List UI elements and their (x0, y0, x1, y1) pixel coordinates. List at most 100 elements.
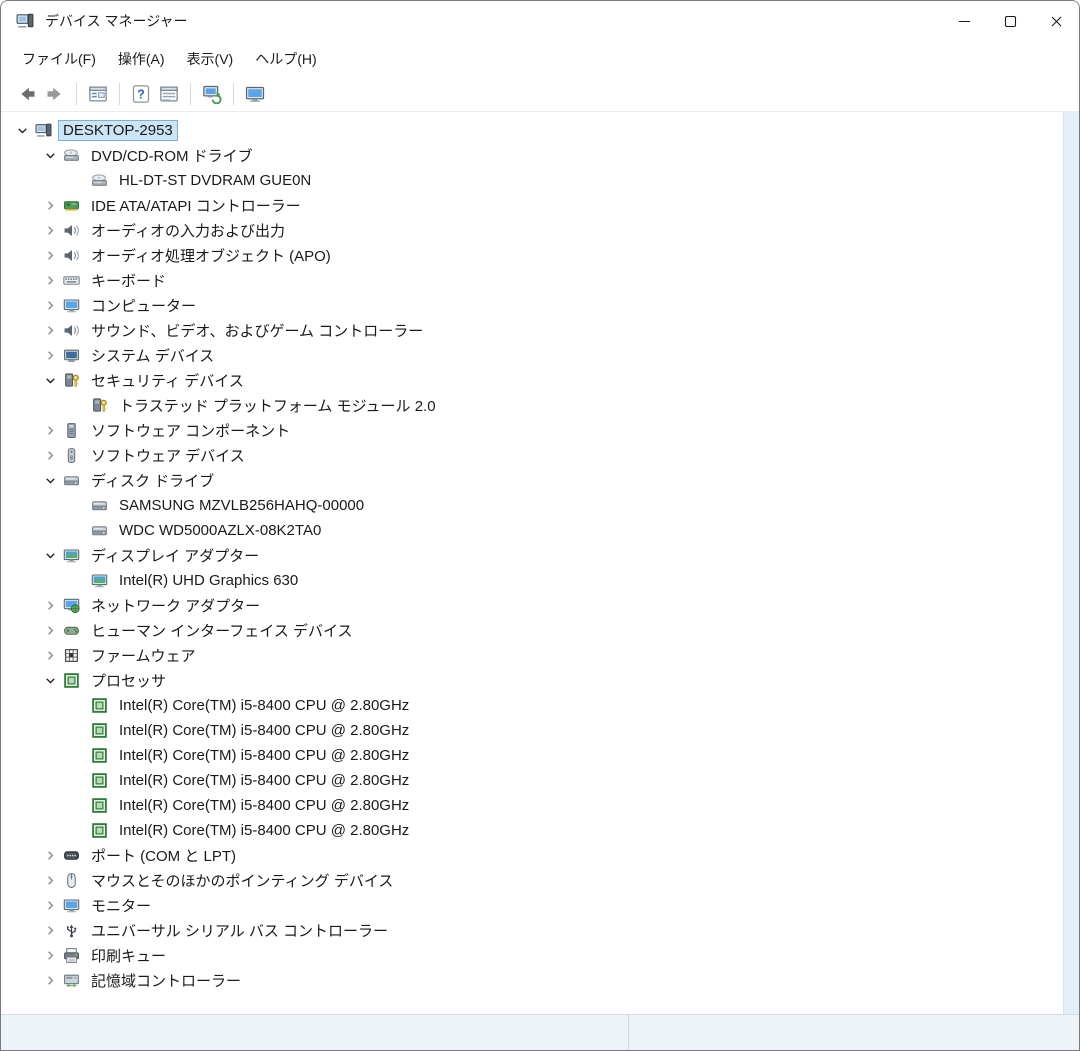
tree-item-label[interactable]: ファームウェア (87, 644, 200, 667)
tree-item-label[interactable]: Intel(R) UHD Graphics 630 (115, 571, 302, 590)
chevron-right-icon[interactable] (37, 643, 63, 668)
tree-item-category[interactable]: オーディオ処理オブジェクト (APO) (1, 243, 1063, 268)
tree-item-label[interactable]: オーディオの入力および出力 (87, 219, 289, 242)
tree-item-label[interactable]: Intel(R) Core(TM) i5-8400 CPU @ 2.80GHz (115, 796, 413, 815)
chevron-right-icon[interactable] (37, 243, 63, 268)
tree-item-label[interactable]: SAMSUNG MZVLB256HAHQ-00000 (115, 496, 368, 515)
tree-item-label[interactable]: Intel(R) Core(TM) i5-8400 CPU @ 2.80GHz (115, 771, 413, 790)
chevron-right-icon[interactable] (37, 918, 63, 943)
tree-item-label[interactable]: 印刷キュー (87, 944, 170, 967)
chevron-right-icon[interactable] (37, 268, 63, 293)
tree-item-category[interactable]: モニター (1, 893, 1063, 918)
tree-item-device[interactable]: Intel(R) Core(TM) i5-8400 CPU @ 2.80GHz (1, 793, 1063, 818)
tree-item-label[interactable]: システム デバイス (87, 344, 218, 367)
tree-item-label[interactable]: ポート (COM と LPT) (87, 844, 240, 867)
tree-item-category[interactable]: ポート (COM と LPT) (1, 843, 1063, 868)
scan-hardware-changes-button[interactable] (198, 80, 226, 108)
chevron-down-icon[interactable] (37, 143, 63, 168)
tree-item-device[interactable]: Intel(R) UHD Graphics 630 (1, 568, 1063, 593)
tree-item-category[interactable]: ディスプレイ アダプター (1, 543, 1063, 568)
chevron-right-icon[interactable] (37, 868, 63, 893)
tree-item-label[interactable]: Intel(R) Core(TM) i5-8400 CPU @ 2.80GHz (115, 746, 413, 765)
tree-item-category[interactable]: IDE ATA/ATAPI コントローラー (1, 193, 1063, 218)
chevron-down-icon[interactable] (9, 118, 35, 143)
tree-item-label[interactable]: プロセッサ (87, 669, 170, 692)
tree-item-category[interactable]: DVD/CD-ROM ドライブ (1, 143, 1063, 168)
chevron-right-icon[interactable] (37, 193, 63, 218)
chevron-right-icon[interactable] (37, 843, 63, 868)
tree-item-category[interactable]: プロセッサ (1, 668, 1063, 693)
back-button[interactable] (13, 80, 41, 108)
tree-item-label[interactable]: コンピューター (87, 294, 200, 317)
tree-item-category[interactable]: 記憶域コントローラー (1, 968, 1063, 993)
chevron-right-icon[interactable] (37, 593, 63, 618)
minimize-button[interactable] (941, 1, 987, 41)
chevron-down-icon[interactable] (37, 543, 63, 568)
chevron-right-icon[interactable] (37, 443, 63, 468)
chevron-right-icon[interactable] (37, 418, 63, 443)
help-button[interactable]: ? (127, 80, 155, 108)
tree-item-label[interactable]: オーディオ処理オブジェクト (APO) (87, 244, 335, 267)
tree-item-label[interactable]: WDC WD5000AZLX-08K2TA0 (115, 521, 325, 540)
chevron-down-icon[interactable] (37, 468, 63, 493)
menu-file[interactable]: ファイル(F) (11, 45, 107, 73)
chevron-right-icon[interactable] (37, 318, 63, 343)
tree-item-category[interactable]: ユニバーサル シリアル バス コントローラー (1, 918, 1063, 943)
tree-item-root[interactable]: DESKTOP-2953 (1, 118, 1063, 143)
chevron-right-icon[interactable] (37, 218, 63, 243)
tree-item-label[interactable]: IDE ATA/ATAPI コントローラー (87, 194, 305, 217)
tree-item-category[interactable]: ディスク ドライブ (1, 468, 1063, 493)
properties-button[interactable] (155, 80, 183, 108)
tree-item-label[interactable]: ネットワーク アダプター (87, 594, 264, 617)
tree-item-label[interactable]: Intel(R) Core(TM) i5-8400 CPU @ 2.80GHz (115, 696, 413, 715)
tree-item-category[interactable]: サウンド、ビデオ、およびゲーム コントローラー (1, 318, 1063, 343)
tree-item-device[interactable]: Intel(R) Core(TM) i5-8400 CPU @ 2.80GHz (1, 693, 1063, 718)
chevron-right-icon[interactable] (37, 293, 63, 318)
tree-item-device[interactable]: SAMSUNG MZVLB256HAHQ-00000 (1, 493, 1063, 518)
remote-computer-button[interactable] (241, 80, 269, 108)
tree-item-label[interactable]: ソフトウェア デバイス (87, 444, 249, 467)
tree-item-category[interactable]: オーディオの入力および出力 (1, 218, 1063, 243)
tree-item-category[interactable]: コンピューター (1, 293, 1063, 318)
tree-item-device[interactable]: Intel(R) Core(TM) i5-8400 CPU @ 2.80GHz (1, 818, 1063, 843)
chevron-right-icon[interactable] (37, 343, 63, 368)
tree-item-label[interactable]: モニター (87, 894, 155, 917)
tree-item-label[interactable]: DVD/CD-ROM ドライブ (87, 144, 257, 167)
tree-item-device[interactable]: WDC WD5000AZLX-08K2TA0 (1, 518, 1063, 543)
menu-view[interactable]: 表示(V) (176, 45, 245, 73)
tree-item-category[interactable]: ネットワーク アダプター (1, 593, 1063, 618)
forward-button[interactable] (41, 80, 69, 108)
tree-item-label[interactable]: Intel(R) Core(TM) i5-8400 CPU @ 2.80GHz (115, 721, 413, 740)
tree-item-label[interactable]: HL-DT-ST DVDRAM GUE0N (115, 171, 315, 190)
menu-help[interactable]: ヘルプ(H) (244, 45, 327, 73)
tree-item-label[interactable]: キーボード (87, 269, 170, 292)
tree-item-label[interactable]: ディスク ドライブ (87, 469, 218, 492)
tree-item-category[interactable]: マウスとそのほかのポインティング デバイス (1, 868, 1063, 893)
tree-item-label[interactable]: ソフトウェア コンポーネント (87, 419, 294, 442)
show-console-tree-button[interactable] (84, 80, 112, 108)
chevron-down-icon[interactable] (37, 668, 63, 693)
tree-item-device[interactable]: Intel(R) Core(TM) i5-8400 CPU @ 2.80GHz (1, 743, 1063, 768)
chevron-down-icon[interactable] (37, 368, 63, 393)
tree-item-label[interactable]: 記憶域コントローラー (87, 969, 245, 992)
menu-action[interactable]: 操作(A) (107, 45, 176, 73)
tree-item-category[interactable]: セキュリティ デバイス (1, 368, 1063, 393)
close-button[interactable] (1033, 1, 1079, 41)
vertical-scrollbar[interactable] (1063, 112, 1079, 1014)
tree-item-device[interactable]: トラステッド プラットフォーム モジュール 2.0 (1, 393, 1063, 418)
tree-item-category[interactable]: キーボード (1, 268, 1063, 293)
tree-item-device[interactable]: HL-DT-ST DVDRAM GUE0N (1, 168, 1063, 193)
tree-item-device[interactable]: Intel(R) Core(TM) i5-8400 CPU @ 2.80GHz (1, 768, 1063, 793)
tree-item-category[interactable]: 印刷キュー (1, 943, 1063, 968)
tree-item-label[interactable]: マウスとそのほかのポインティング デバイス (87, 869, 397, 892)
chevron-right-icon[interactable] (37, 968, 63, 993)
tree-item-category[interactable]: ファームウェア (1, 643, 1063, 668)
tree-item-label[interactable]: ディスプレイ アダプター (87, 544, 263, 567)
tree-item-label[interactable]: セキュリティ デバイス (87, 369, 248, 392)
tree-item-label[interactable]: トラステッド プラットフォーム モジュール 2.0 (115, 394, 440, 417)
tree-item-label[interactable]: ユニバーサル シリアル バス コントローラー (87, 919, 392, 942)
tree-item-label[interactable]: DESKTOP-2953 (58, 120, 178, 141)
chevron-right-icon[interactable] (37, 943, 63, 968)
tree-item-label[interactable]: ヒューマン インターフェイス デバイス (87, 619, 357, 642)
tree-item-category[interactable]: システム デバイス (1, 343, 1063, 368)
